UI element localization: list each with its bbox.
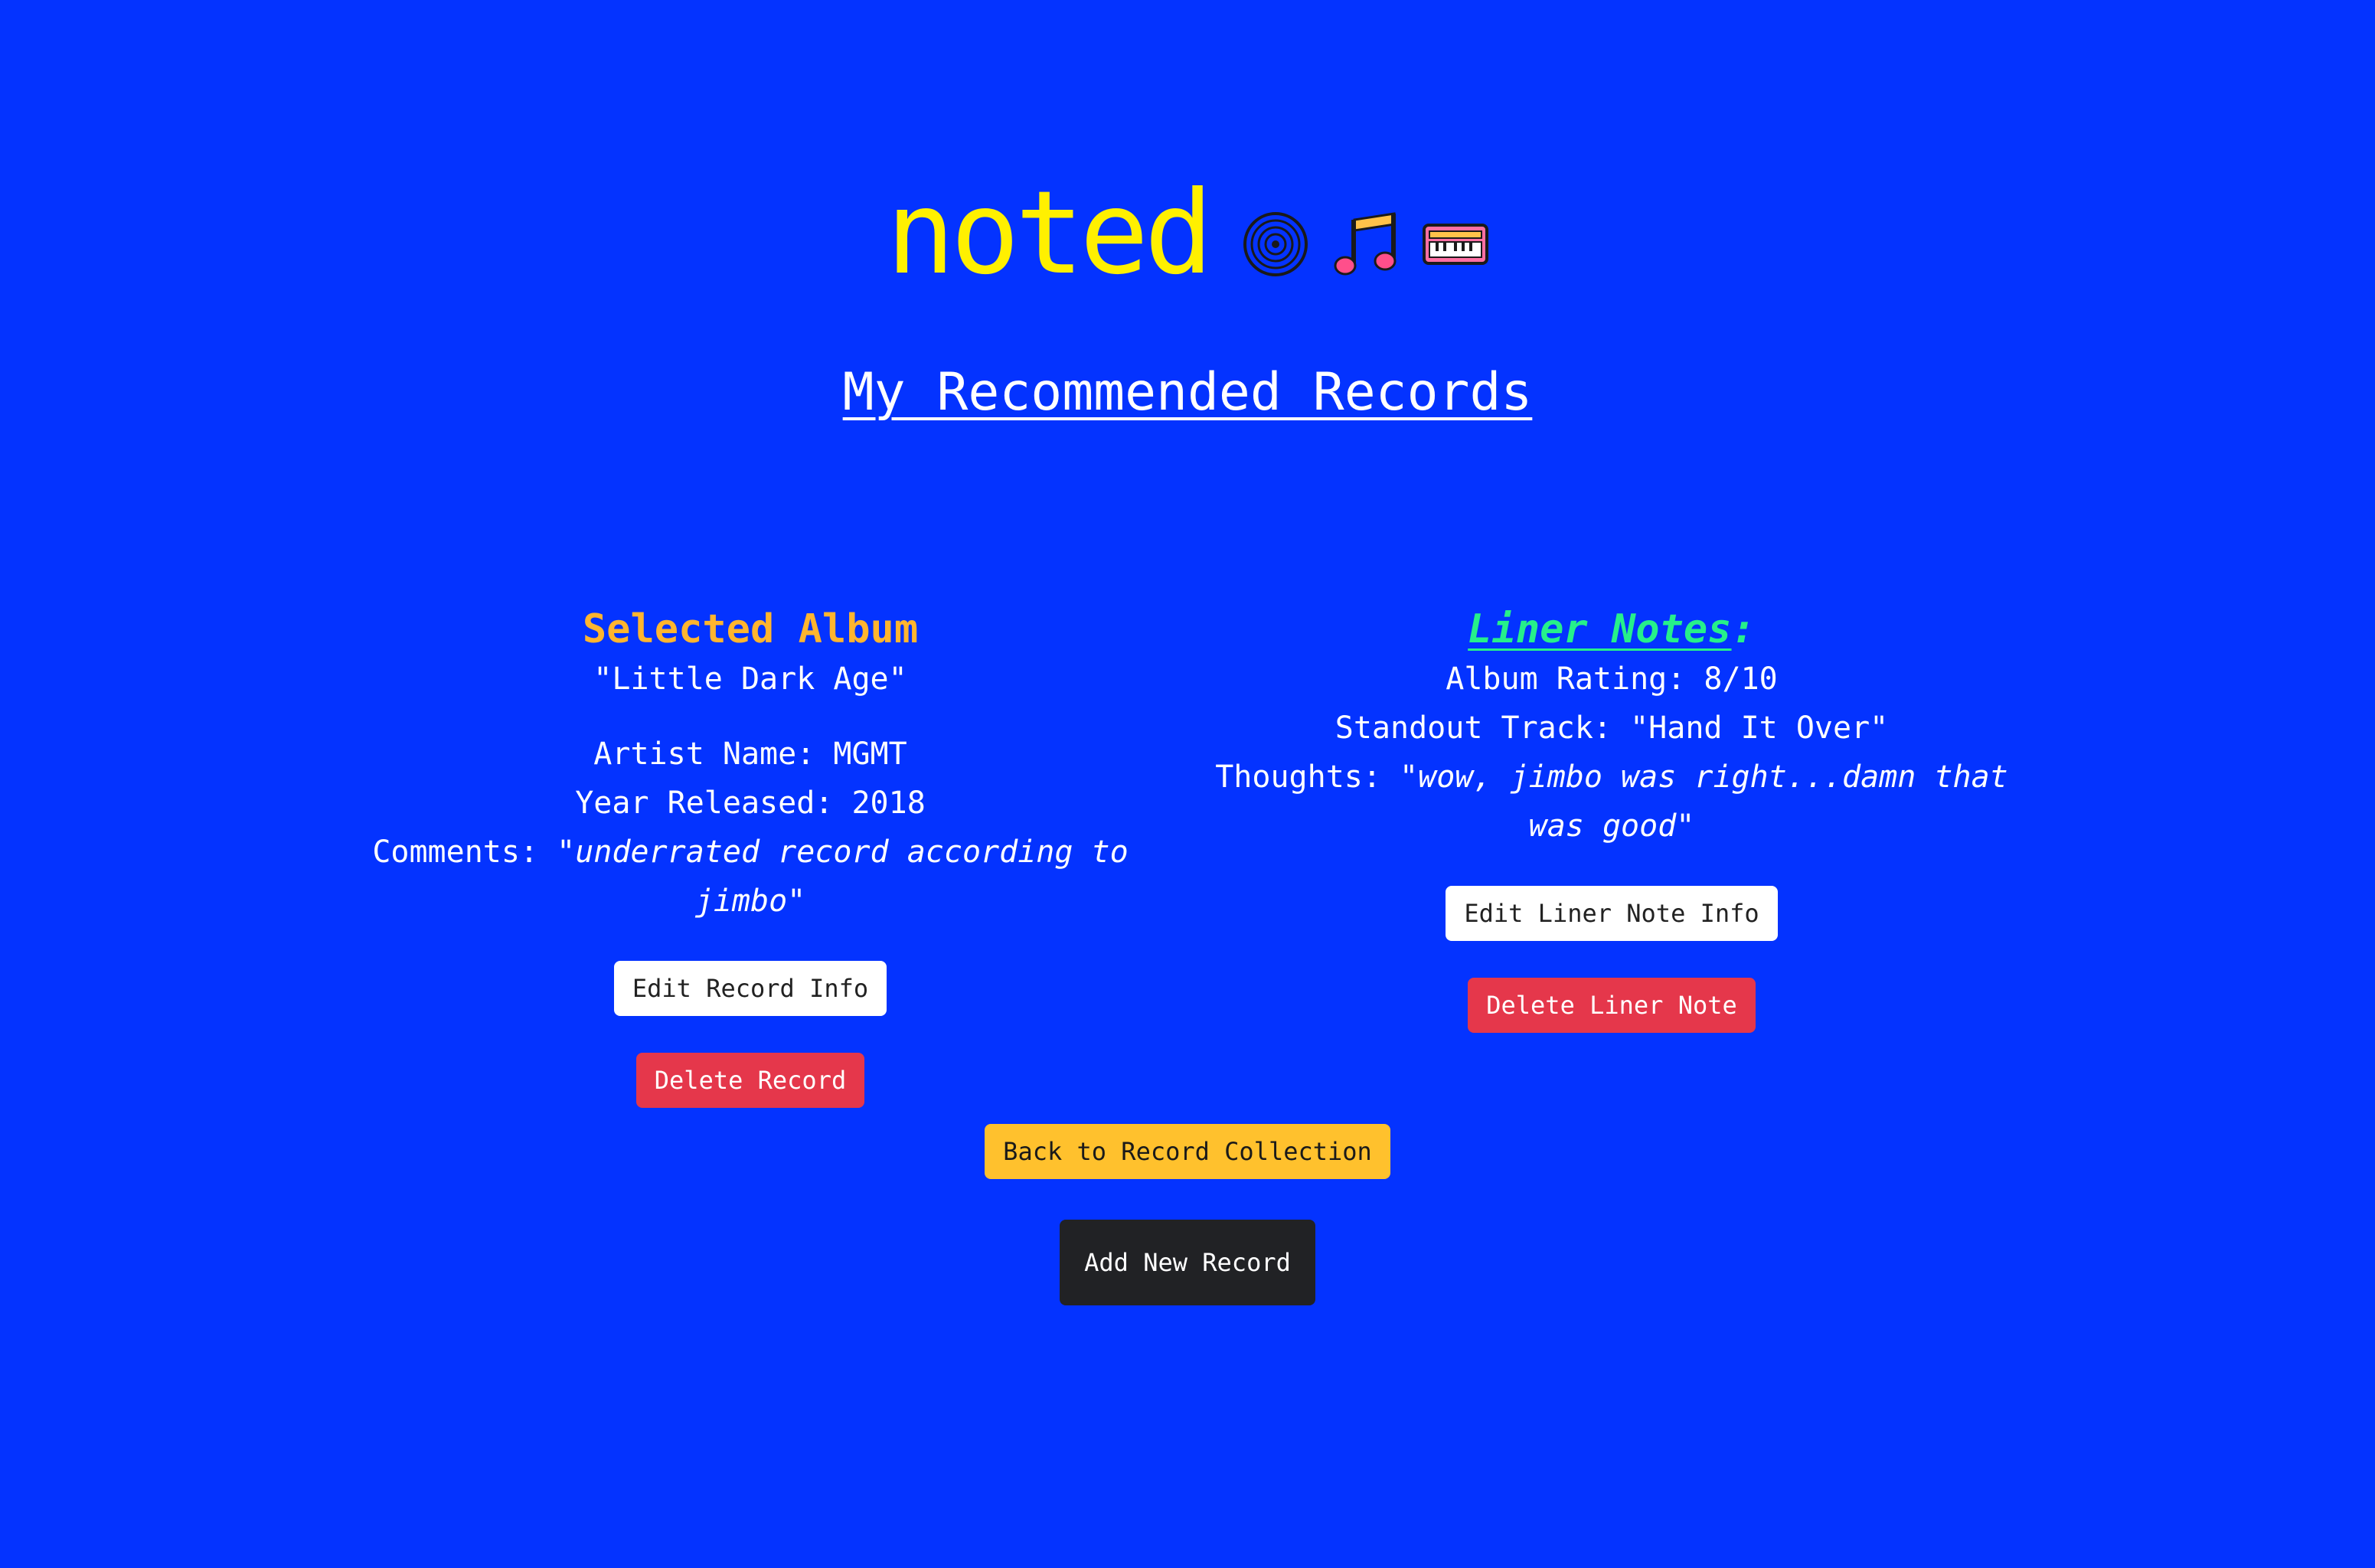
selected-album-heading: Selected Album bbox=[582, 606, 919, 652]
standout-track-label: Standout Track: bbox=[1335, 710, 1631, 746]
back-button-row: Back to Record Collection bbox=[0, 1124, 2375, 1179]
edit-record-button[interactable]: Edit Record Info bbox=[613, 961, 887, 1016]
liner-notes-heading-colon: : bbox=[1731, 606, 1756, 652]
delete-liner-note-button[interactable]: Delete Liner Note bbox=[1468, 978, 1756, 1033]
liner-notes-heading: Liner Notes: bbox=[1183, 605, 2040, 655]
thoughts-value: "wow, jimbo was right...damn that was go… bbox=[1400, 760, 2008, 844]
thoughts-label: Thoughts: bbox=[1215, 760, 1400, 795]
artist-name-line: Artist Name: MGMT bbox=[345, 730, 1156, 779]
back-to-collection-button[interactable]: Back to Record Collection bbox=[985, 1124, 1390, 1179]
comments-label: Comments: bbox=[372, 835, 557, 870]
page-header: noted My Recommended Records bbox=[0, 176, 2375, 422]
edit-liner-note-button[interactable]: Edit Liner Note Info bbox=[1446, 886, 1778, 941]
brand-icons bbox=[1243, 211, 1489, 278]
brand-row: noted bbox=[886, 176, 1489, 291]
year-released-label: Year Released: bbox=[575, 786, 852, 821]
brand-title: noted bbox=[886, 167, 1214, 300]
album-rating-label: Album Rating: bbox=[1446, 662, 1704, 697]
vinyl-record-icon bbox=[1243, 211, 1308, 277]
page-subtitle: My Recommended Records bbox=[842, 362, 1533, 423]
album-title: "Little Dark Age" bbox=[593, 662, 907, 697]
artist-name-value: MGMT bbox=[833, 737, 907, 772]
comments-line: Comments: "underrated record according t… bbox=[345, 828, 1156, 926]
year-released-line: Year Released: 2018 bbox=[345, 779, 1156, 828]
selected-album-panel: Selected Album "Little Dark Age" Artist … bbox=[345, 605, 1156, 1108]
comments-value: "underrated record according to jimbo" bbox=[557, 835, 1129, 919]
album-rating-line: Album Rating: 8/10 bbox=[1183, 655, 2040, 704]
keyboard-icon bbox=[1422, 220, 1489, 268]
music-notes-icon bbox=[1331, 211, 1399, 278]
year-released-value: 2018 bbox=[851, 786, 926, 821]
album-rating-value: 8/10 bbox=[1704, 662, 1778, 697]
liner-notes-panel: Liner Notes: Album Rating: 8/10 Standout… bbox=[1183, 605, 2040, 1033]
standout-track-line: Standout Track: "Hand It Over" bbox=[1183, 704, 2040, 753]
thoughts-line: Thoughts: "wow, jimbo was right...damn t… bbox=[1183, 753, 2040, 851]
delete-record-button[interactable]: Delete Record bbox=[635, 1053, 865, 1108]
standout-track-value: "Hand It Over" bbox=[1630, 710, 1889, 746]
artist-name-label: Artist Name: bbox=[593, 737, 834, 772]
add-button-row: Add New Record bbox=[0, 1220, 2375, 1305]
add-new-record-button[interactable]: Add New Record bbox=[1060, 1220, 1315, 1305]
liner-notes-heading-text: Liner Notes bbox=[1468, 606, 1732, 652]
